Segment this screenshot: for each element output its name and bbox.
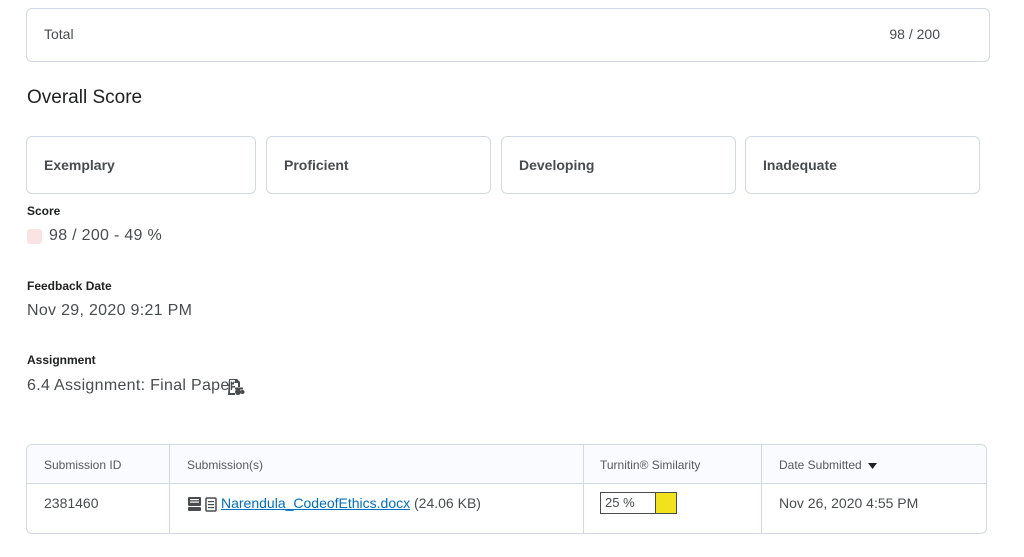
- overall-score-title: Overall Score: [27, 87, 143, 108]
- assignment-label: Assignment: [27, 353, 96, 367]
- column-divider: [169, 445, 170, 533]
- submission-file-size: (24.06 KB): [414, 495, 481, 511]
- download-all-icon: [188, 497, 201, 511]
- level-developing[interactable]: Developing: [501, 136, 736, 194]
- total-score-box: Total 98 / 200: [26, 8, 990, 62]
- score-color-swatch: [27, 229, 42, 244]
- similarity-value: 25 %: [601, 493, 656, 513]
- level-label: Exemplary: [44, 157, 115, 173]
- total-value: 98 / 200: [889, 26, 940, 42]
- assignment-info-icon[interactable]: [227, 378, 245, 396]
- grade-details-page: Total 98 / 200 Overall Score Exemplary P…: [0, 0, 1024, 557]
- feedback-date-value: Nov 29, 2020 9:21 PM: [27, 302, 193, 319]
- level-exemplary[interactable]: Exemplary: [26, 136, 256, 194]
- level-label: Developing: [519, 157, 595, 173]
- submissions-table: Submission ID Submission(s) Turnitin® Si…: [26, 444, 987, 534]
- level-label: Proficient: [284, 157, 349, 173]
- header-date-submitted-label: Date Submitted: [779, 458, 862, 472]
- score-label: Score: [27, 204, 61, 218]
- submission-file-link[interactable]: Narendula_CodeofEthics.docx: [221, 495, 410, 511]
- total-label: Total: [44, 26, 74, 42]
- header-similarity: Turnitin® Similarity: [600, 458, 701, 472]
- level-proficient[interactable]: Proficient: [266, 136, 491, 194]
- column-divider: [761, 445, 762, 533]
- assignment-value: 6.4 Assignment: Final Paper: [27, 377, 236, 394]
- column-divider: [583, 445, 584, 533]
- date-submitted-cell: Nov 26, 2020 4:55 PM: [779, 495, 919, 511]
- level-inadequate[interactable]: Inadequate: [745, 136, 980, 194]
- similarity-report-button[interactable]: 25 %: [600, 492, 677, 514]
- header-date-submitted[interactable]: Date Submitted: [779, 458, 878, 472]
- score-value: 98 / 200 - 49 %: [49, 227, 163, 244]
- sort-descending-icon[interactable]: [868, 462, 878, 469]
- file-icons: [188, 497, 217, 512]
- document-icon: [205, 497, 217, 512]
- submission-id-cell: 2381460: [44, 495, 99, 511]
- feedback-date-label: Feedback Date: [27, 279, 112, 293]
- header-submissions: Submission(s): [187, 458, 264, 472]
- submission-file-cell: Narendula_CodeofEthics.docx (24.06 KB): [221, 495, 481, 511]
- header-submission-id: Submission ID: [44, 458, 122, 472]
- similarity-color-indicator: [656, 493, 676, 513]
- level-label: Inadequate: [763, 157, 837, 173]
